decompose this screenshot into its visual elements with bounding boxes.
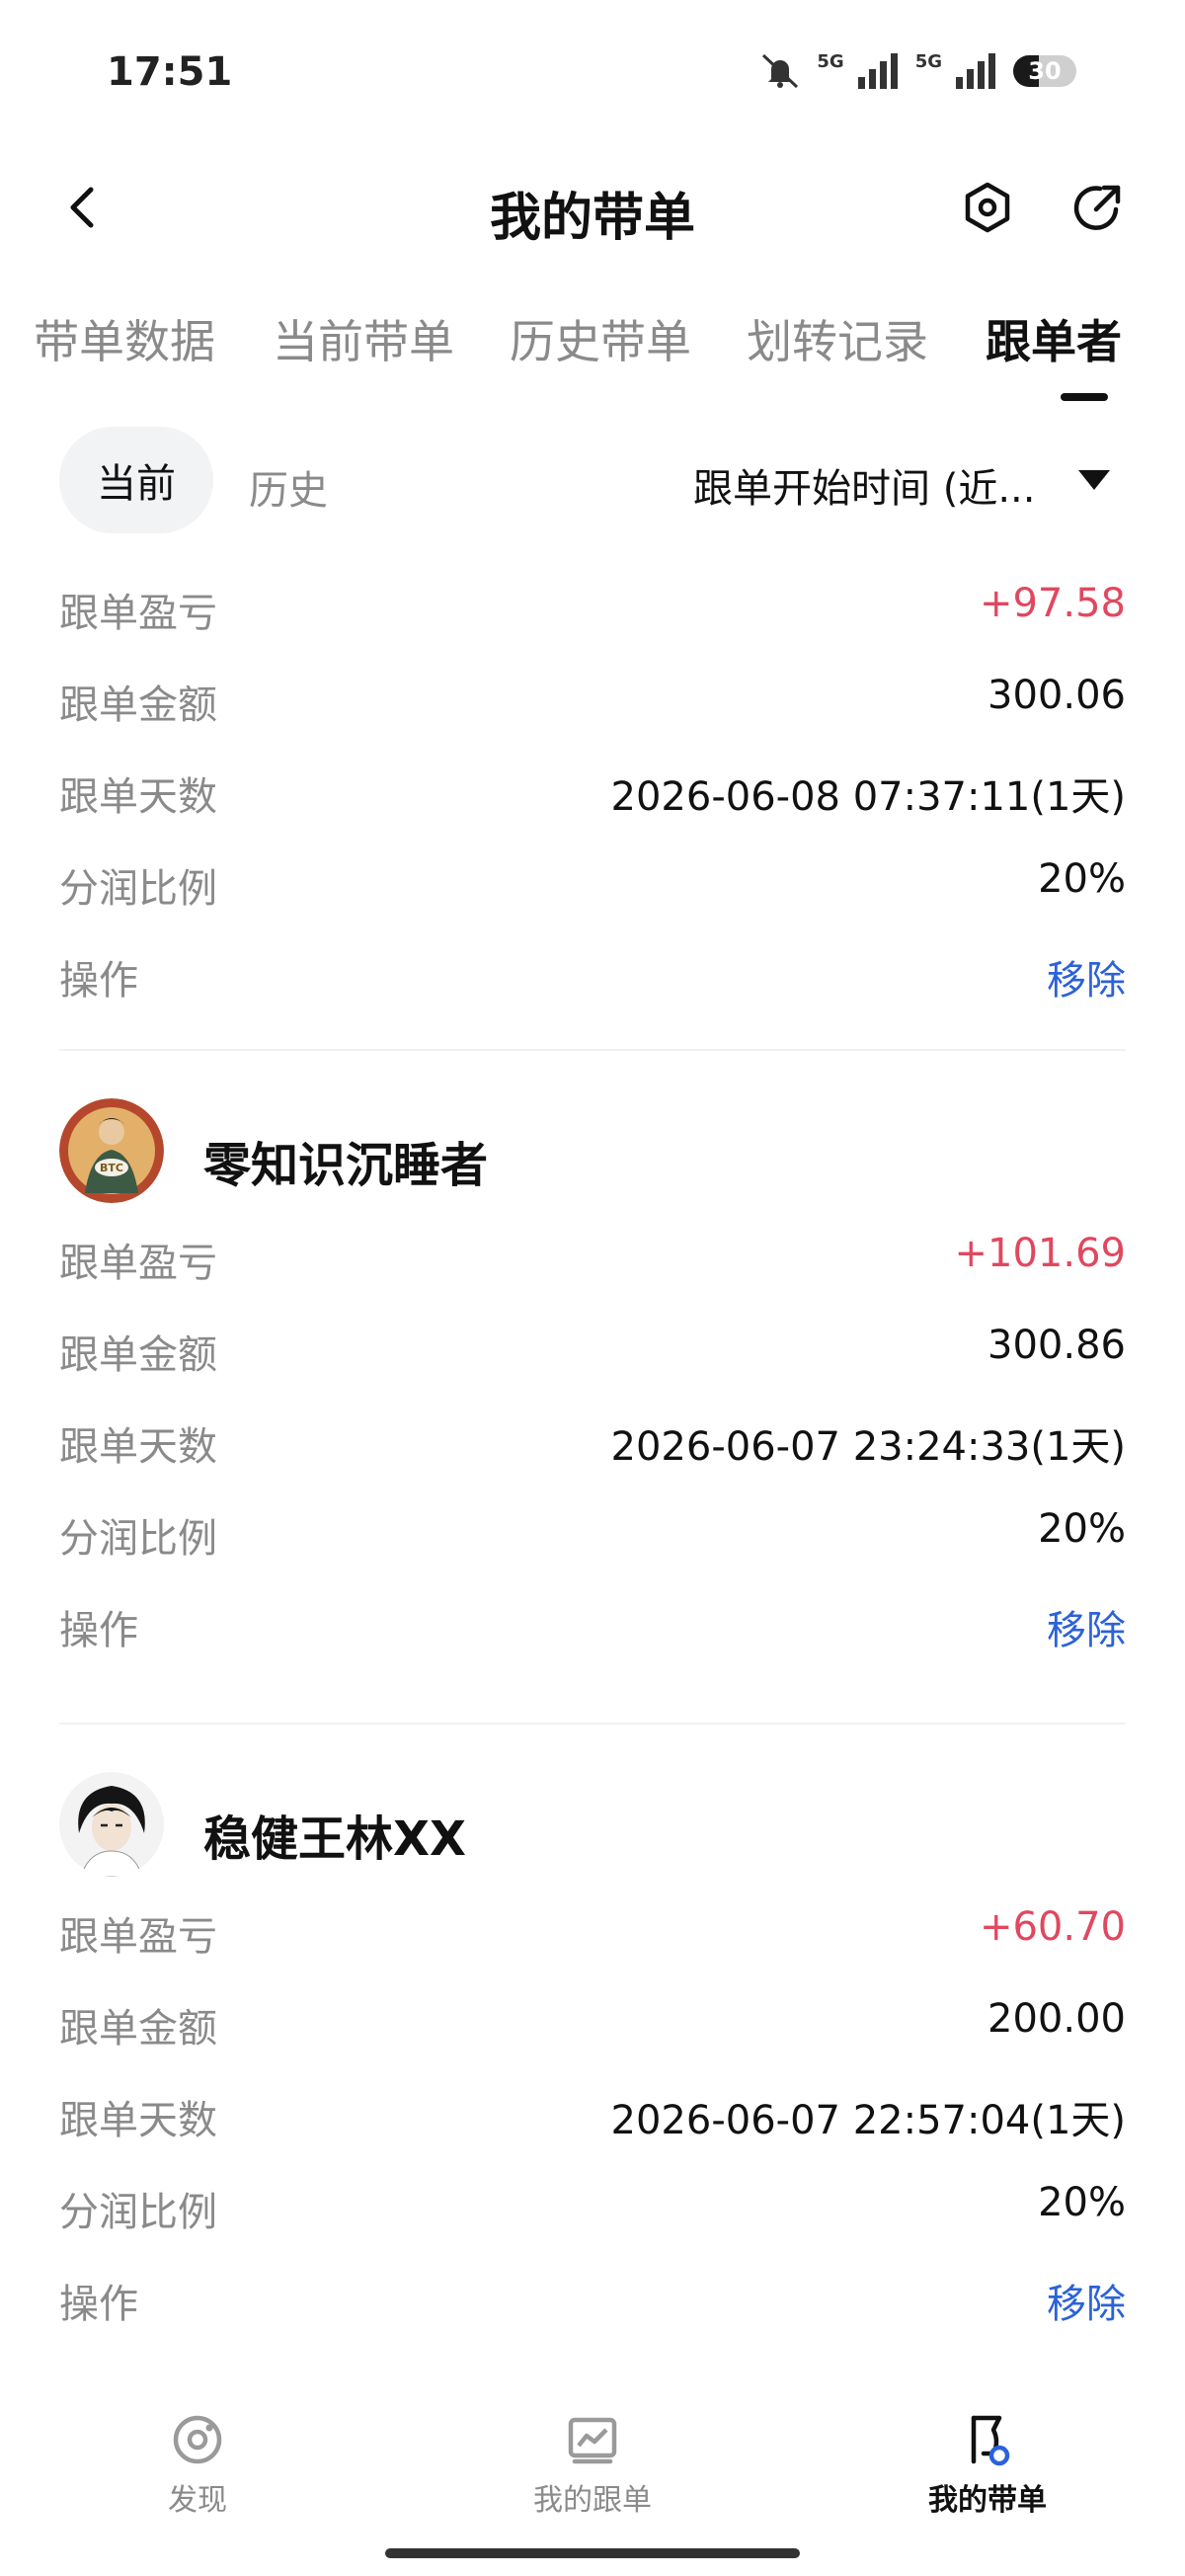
avatar-btc-text: BTC (100, 1162, 123, 1174)
row-share-ratio: 分润比例 20% (59, 1485, 1126, 1576)
days-label: 跟单天数 (59, 774, 217, 820)
remove-button[interactable]: 移除 (1047, 948, 1126, 1006)
amount-label: 跟单金额 (59, 2006, 217, 2052)
pnl-label: 跟单盈亏 (59, 591, 217, 636)
avatar: BTC (59, 1098, 164, 1203)
row-pnl: 跟单盈亏 +101.69 (59, 1209, 1126, 1301)
discover-icon (173, 2415, 222, 2464)
pnl-label: 跟单盈亏 (59, 1241, 217, 1286)
follower-card: BTC 零知识沉睡者 跟单盈亏 +101.69 跟单金额 300.86 跟单天数… (59, 1090, 1126, 1668)
row-days: 跟单天数 2026-06-07 23:24:33(1天) (59, 1393, 1126, 1485)
pnl-label: 跟单盈亏 (59, 1914, 217, 1960)
nav-discover-label: 发现 (168, 2483, 227, 2518)
share-ratio-label: 分润比例 (59, 866, 217, 912)
share-ratio-label: 分润比例 (59, 1516, 217, 1562)
nav-my-follow[interactable]: 我的跟单 (474, 2412, 711, 2519)
divider (59, 1049, 1126, 1051)
share-ratio-value: 20% (1038, 856, 1126, 902)
remove-button[interactable]: 移除 (1047, 2272, 1126, 2329)
days-value: 2026-06-07 23:24:33(1天) (610, 1424, 1126, 1470)
tab-bar: 带单数据 当前带单 历史带单 划转记录 跟单者 (0, 296, 1185, 405)
status-icons: 5G 5G 30 (757, 51, 1076, 91)
nav-discover[interactable]: 发现 (79, 2412, 316, 2519)
amount-value: 300.06 (988, 673, 1126, 718)
tab-lead-data[interactable]: 带单数据 (34, 306, 215, 371)
pnl-value: +101.69 (954, 1231, 1126, 1276)
follower-name: 零知识沉睡者 (203, 1138, 489, 1193)
share-ratio-value: 20% (1038, 1506, 1126, 1552)
sort-dropdown[interactable]: 跟单开始时间 (近... (693, 456, 1035, 514)
row-amount: 跟单金额 300.86 (59, 1301, 1126, 1393)
row-days: 跟单天数 2026-06-07 22:57:04(1天) (59, 2066, 1126, 2158)
follower-name: 稳健王林XX (203, 1811, 467, 1867)
tab-followers[interactable]: 跟单者 (986, 306, 1122, 371)
active-tab-indicator (1061, 393, 1108, 401)
amount-label: 跟单金额 (59, 1332, 217, 1378)
battery-icon: 30 (1013, 55, 1076, 87)
action-label: 操作 (59, 2282, 138, 2327)
caret-down-icon[interactable] (1078, 470, 1110, 490)
avatar (59, 1772, 164, 1877)
pnl-value: +97.58 (979, 581, 1126, 626)
follower-card: 稳健王林XX 跟单盈亏 +60.70 跟单金额 200.00 跟单天数 2026… (59, 1764, 1126, 2342)
flag-icon (971, 2415, 1010, 2466)
nav-my-follow-label: 我的跟单 (533, 2483, 652, 2518)
battery-level: 30 (1028, 57, 1062, 85)
tab-current-lead[interactable]: 当前带单 (273, 306, 454, 371)
share-ratio-label: 分润比例 (59, 2190, 217, 2235)
days-label: 跟单天数 (59, 1424, 217, 1470)
segment-history[interactable]: 历史 (249, 458, 328, 516)
days-value: 2026-06-07 22:57:04(1天) (610, 2098, 1126, 2143)
row-amount: 跟单金额 200.00 (59, 1974, 1126, 2066)
amount-value: 200.00 (988, 1996, 1126, 2042)
filter-row: 当前 历史 跟单开始时间 (近... (0, 427, 1185, 535)
row-action: 操作 移除 (59, 1576, 1126, 1668)
follower-header: 稳健王林XX (59, 1764, 1126, 1883)
follower-header: BTC 零知识沉睡者 (59, 1090, 1126, 1209)
nav-bar: 我的带单 (0, 158, 1185, 257)
row-share-ratio: 分润比例 20% (59, 2158, 1126, 2250)
remove-button[interactable]: 移除 (1047, 1598, 1126, 1655)
row-action: 操作 移除 (59, 2250, 1126, 2342)
bottom-nav: 发现 我的跟单 我的带单 (0, 2369, 1185, 2576)
nav-my-lead[interactable]: 我的带单 (869, 2412, 1106, 2519)
row-amount: 跟单金额 300.06 (59, 651, 1126, 743)
signal-icon-2 (956, 53, 995, 89)
segment-current[interactable]: 当前 (59, 427, 213, 533)
chart-icon (568, 2417, 617, 2464)
action-label: 操作 (59, 1608, 138, 1653)
days-value: 2026-06-08 07:37:11(1天) (610, 774, 1126, 820)
share-icon[interactable] (1070, 180, 1126, 235)
amount-label: 跟单金额 (59, 683, 217, 728)
network-5g-label: 5G (817, 51, 844, 72)
row-share-ratio: 分润比例 20% (59, 835, 1126, 926)
days-label: 跟单天数 (59, 2098, 217, 2143)
row-action: 操作 移除 (59, 926, 1126, 1018)
network-5g-label-2: 5G (914, 51, 942, 72)
home-indicator (385, 2548, 800, 2558)
row-pnl: 跟单盈亏 +97.58 (59, 559, 1126, 651)
tab-transfer-records[interactable]: 划转记录 (747, 306, 928, 371)
share-ratio-value: 20% (1038, 2180, 1126, 2225)
row-days: 跟单天数 2026-06-08 07:37:11(1天) (59, 743, 1126, 835)
amount-value: 300.86 (988, 1323, 1126, 1368)
pnl-value: +60.70 (979, 1904, 1126, 1950)
action-label: 操作 (59, 958, 138, 1004)
nav-my-lead-label: 我的带单 (928, 2483, 1047, 2518)
tab-history-lead[interactable]: 历史带单 (510, 306, 691, 371)
follower-card: 跟单盈亏 +97.58 跟单金额 300.06 跟单天数 2026-06-08 … (59, 559, 1126, 1018)
signal-icon (857, 53, 898, 89)
divider (59, 1723, 1126, 1725)
row-pnl: 跟单盈亏 +60.70 (59, 1883, 1126, 1974)
status-bar: 17:51 5G 5G 30 (0, 0, 1185, 158)
status-time: 17:51 (107, 49, 233, 95)
mute-icon (762, 53, 799, 89)
settings-icon[interactable] (960, 180, 1015, 235)
